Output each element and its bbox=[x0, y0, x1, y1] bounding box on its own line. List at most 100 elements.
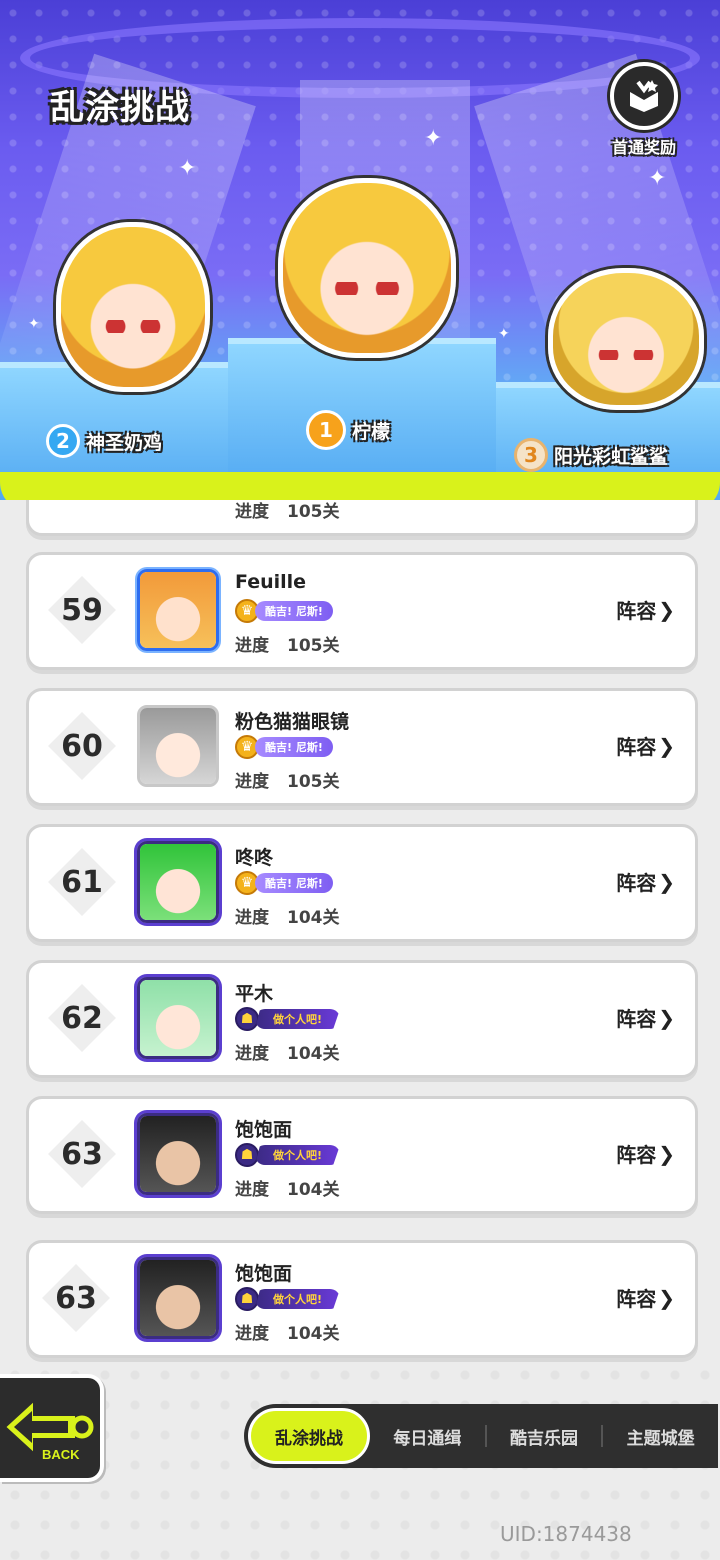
avatar[interactable] bbox=[137, 841, 219, 923]
bottom-tab-bar: 乱涂挑战 每日通缉 酷吉乐园 主题城堡 bbox=[244, 1404, 718, 1468]
progress-text: 进度 104关 bbox=[235, 1319, 340, 1344]
first-place-tag: 1 柠檬 bbox=[306, 410, 390, 450]
page-title: 乱涂挑战 bbox=[50, 88, 190, 128]
progress-label: 进度 bbox=[235, 636, 269, 656]
progress-text: 进度 105关 bbox=[235, 767, 340, 792]
progress-label: 进度 bbox=[235, 1324, 269, 1344]
title-text: 做个人吧! bbox=[255, 1145, 341, 1165]
player-name: 平木 bbox=[235, 983, 274, 1005]
rank-value: 63 bbox=[55, 1280, 97, 1316]
first-place-avatar[interactable] bbox=[278, 178, 456, 358]
list-item[interactable]: 59 Feuille ♛ 酷吉! 尼斯! 进度 105关 阵容 ❯ bbox=[26, 552, 698, 670]
rank-number: 59 bbox=[51, 579, 113, 641]
lineup-button[interactable]: 阵容 ❯ bbox=[616, 731, 675, 760]
chevron-right-icon: ❯ bbox=[658, 1285, 675, 1310]
progress-text: 进度 104关 bbox=[235, 903, 340, 928]
back-arrow-icon: BACK bbox=[6, 1402, 94, 1462]
back-button[interactable]: BACK bbox=[0, 1374, 104, 1482]
progress-value: 105关 bbox=[287, 636, 340, 656]
progress-value: 104关 bbox=[287, 908, 340, 928]
lineup-button[interactable]: 阵容 ❯ bbox=[616, 595, 675, 624]
lineup-label: 阵容 bbox=[616, 1143, 657, 1167]
progress-value: 105关 bbox=[287, 502, 340, 522]
lineup-button[interactable]: 阵容 ❯ bbox=[616, 1139, 675, 1168]
chevron-right-icon: ❯ bbox=[658, 1005, 675, 1030]
second-place-avatar[interactable] bbox=[56, 222, 210, 392]
sparkle-icon: ✦ bbox=[498, 326, 510, 342]
slime-divider bbox=[0, 472, 720, 500]
ghost-icon: ☗ bbox=[235, 1143, 259, 1167]
second-place-name: 神圣奶鸡 bbox=[86, 431, 163, 454]
avatar-image bbox=[140, 708, 216, 784]
chevron-right-icon: ❯ bbox=[658, 869, 675, 894]
avatar[interactable] bbox=[137, 977, 219, 1059]
avatar-image bbox=[140, 980, 216, 1056]
lineup-label: 阵容 bbox=[616, 599, 657, 623]
own-rank-row[interactable]: 63 饱饱面 ☗ 做个人吧! 进度 104关 阵容 ❯ bbox=[26, 1240, 698, 1358]
player-name: 粉色猫猫眼镜 bbox=[235, 711, 350, 733]
progress-label: 进度 bbox=[235, 1044, 269, 1064]
progress-label: 进度 bbox=[235, 908, 269, 928]
rank-value: 63 bbox=[61, 1136, 103, 1172]
rank-number: 63 bbox=[45, 1267, 107, 1329]
progress-label: 进度 bbox=[235, 502, 269, 522]
player-name: 饱饱面 bbox=[235, 1119, 293, 1141]
avatar[interactable] bbox=[137, 569, 219, 651]
title-badge: ♛ 酷吉! 尼斯! bbox=[235, 599, 333, 623]
avatar[interactable] bbox=[137, 705, 219, 787]
list-item[interactable]: 61 咚咚 ♛ 酷吉! 尼斯! 进度 104关 阵容 ❯ bbox=[26, 824, 698, 942]
avatar-image bbox=[140, 844, 216, 920]
lineup-label: 阵容 bbox=[616, 1007, 657, 1031]
ghost-icon: ☗ bbox=[235, 1007, 259, 1031]
tab-kuji-park[interactable]: 酷吉乐园 bbox=[487, 1408, 602, 1464]
ghost-icon: ☗ bbox=[235, 1287, 259, 1311]
rank-medal-icon: 3 bbox=[514, 438, 548, 472]
avatar[interactable] bbox=[137, 1113, 219, 1195]
title-text: 酷吉! 尼斯! bbox=[255, 601, 333, 621]
lineup-button[interactable]: 阵容 ❯ bbox=[616, 867, 675, 896]
lineup-button[interactable]: 阵容 ❯ bbox=[616, 1003, 675, 1032]
chevron-right-icon: ❯ bbox=[658, 597, 675, 622]
tab-daily-wanted[interactable]: 每日通缉 bbox=[370, 1408, 485, 1464]
progress-text: 进度 105关 bbox=[235, 631, 340, 656]
rank-number: 63 bbox=[51, 1123, 113, 1185]
progress-value: 105关 bbox=[287, 772, 340, 792]
title-badge: ☗ 做个人吧! bbox=[235, 1143, 341, 1167]
title-text: 酷吉! 尼斯! bbox=[255, 737, 333, 757]
title-text: 做个人吧! bbox=[255, 1289, 341, 1309]
svg-text:BACK: BACK bbox=[42, 1447, 80, 1462]
rank-medal-icon: 1 bbox=[306, 410, 346, 450]
third-place-name: 阳光彩虹鲨鲨 bbox=[554, 445, 669, 468]
avatar-image bbox=[140, 1116, 216, 1192]
chevron-right-icon: ❯ bbox=[658, 1141, 675, 1166]
rank-value: 61 bbox=[61, 864, 103, 900]
rank-medal-icon: 2 bbox=[46, 424, 80, 458]
rank-number: 60 bbox=[51, 715, 113, 777]
ranking-list[interactable]: 进度 105关 59 Feuille ♛ 酷吉! 尼斯! 进度 105关 阵容 ❯ 6… bbox=[0, 500, 720, 1370]
title-badge: ♛ 酷吉! 尼斯! bbox=[235, 735, 333, 759]
list-item[interactable]: 63 饱饱面 ☗ 做个人吧! 进度 104关 阵容 ❯ bbox=[26, 1096, 698, 1214]
user-id-label: UID:1874438 bbox=[500, 1522, 632, 1546]
second-place-tag: 2 神圣奶鸡 bbox=[46, 424, 162, 458]
player-name: Feuille bbox=[235, 571, 307, 593]
progress-text: 进度 105关 bbox=[235, 500, 340, 522]
list-item[interactable]: 进度 105关 bbox=[26, 500, 698, 536]
list-item[interactable]: 60 粉色猫猫眼镜 ♛ 酷吉! 尼斯! 进度 105关 阵容 ❯ bbox=[26, 688, 698, 806]
progress-label: 进度 bbox=[235, 1180, 269, 1200]
progress-value: 104关 bbox=[287, 1324, 340, 1344]
rank-value: 60 bbox=[61, 728, 103, 764]
third-place-avatar[interactable] bbox=[548, 268, 704, 410]
lineup-button[interactable]: 阵容 ❯ bbox=[616, 1283, 675, 1312]
progress-text: 进度 104关 bbox=[235, 1175, 340, 1200]
list-item[interactable]: 62 平木 ☗ 做个人吧! 进度 104关 阵容 ❯ bbox=[26, 960, 698, 1078]
title-badge: ☗ 做个人吧! bbox=[235, 1287, 341, 1311]
tab-doodle-challenge[interactable]: 乱涂挑战 bbox=[248, 1408, 370, 1464]
title-badge: ☗ 做个人吧! bbox=[235, 1007, 341, 1031]
first-clear-reward-button[interactable]: 首通奖励 bbox=[596, 62, 692, 157]
avatar[interactable] bbox=[137, 1257, 219, 1339]
third-place-tag: 3 阳光彩虹鲨鲨 bbox=[514, 438, 668, 472]
tab-theme-castle[interactable]: 主题城堡 bbox=[603, 1408, 718, 1464]
lineup-label: 阵容 bbox=[616, 871, 657, 895]
first-place-name: 柠檬 bbox=[352, 420, 391, 443]
title-badge: ♛ 酷吉! 尼斯! bbox=[235, 871, 333, 895]
